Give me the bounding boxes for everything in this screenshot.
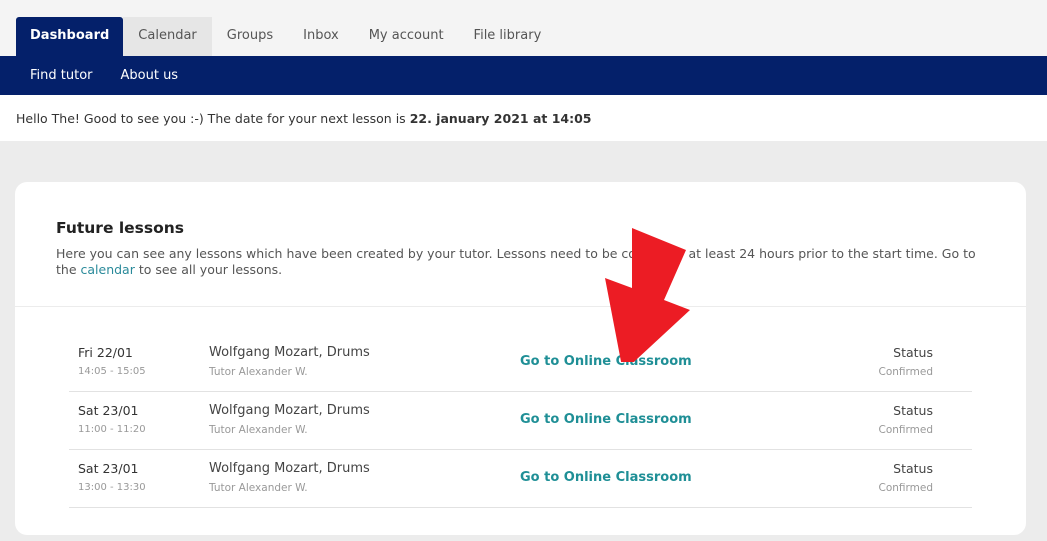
lesson-tutor: Tutor Alexander W. xyxy=(209,424,308,436)
status-value: Confirmed xyxy=(878,482,933,494)
status-label: Status xyxy=(893,403,933,418)
online-classroom-link[interactable]: Go to Online Classroom xyxy=(520,470,692,485)
lesson-tutor: Tutor Alexander W. xyxy=(209,366,308,378)
greeting-bar: Hello The! Good to see you :-) The date … xyxy=(0,95,1047,141)
greeting-text: Hello The! Good to see you :-) The date … xyxy=(16,110,406,126)
lesson-date: Sat 23/01 xyxy=(78,403,139,418)
nav-find-tutor[interactable]: Find tutor xyxy=(30,68,93,83)
lesson-tutor: Tutor Alexander W. xyxy=(209,482,308,494)
nav-about-us[interactable]: About us xyxy=(121,68,179,83)
card-title: Future lessons xyxy=(56,219,185,237)
card-description: Here you can see any lessons which have … xyxy=(56,246,986,278)
status-value: Confirmed xyxy=(878,424,933,436)
tab-groups[interactable]: Groups xyxy=(212,17,288,56)
desc-text-hidden: nfirmed xyxy=(635,246,685,261)
status-label: Status xyxy=(893,345,933,360)
status-value: Confirmed xyxy=(878,366,933,378)
online-classroom-link[interactable]: Go to Online Classroom xyxy=(520,354,692,369)
next-lesson-date: 22. january 2021 at 14:05 xyxy=(409,110,592,126)
lesson-row: Fri 22/01 14:05 - 15:05 Wolfgang Mozart,… xyxy=(69,334,972,392)
tab-dashboard[interactable]: Dashboard xyxy=(16,17,124,56)
future-lessons-card: Future lessons Here you can see any less… xyxy=(15,182,1026,535)
sub-navigation: Find tutor About us xyxy=(0,56,1047,95)
top-tabs: Dashboard Calendar Groups Inbox My accou… xyxy=(16,17,556,56)
lesson-time: 13:00 - 13:30 xyxy=(78,482,146,493)
tab-file-library[interactable]: File library xyxy=(459,17,557,56)
top-navigation: Dashboard Calendar Groups Inbox My accou… xyxy=(0,0,1047,56)
online-classroom-link[interactable]: Go to Online Classroom xyxy=(520,412,692,427)
lesson-row: Sat 23/01 11:00 - 11:20 Wolfgang Mozart,… xyxy=(69,392,972,450)
lesson-course: Wolfgang Mozart, Drums xyxy=(209,345,370,360)
tab-my-account[interactable]: My account xyxy=(354,17,459,56)
calendar-link[interactable]: calendar xyxy=(81,262,135,277)
lesson-date: Fri 22/01 xyxy=(78,345,133,360)
desc-text-3: to see all your lessons. xyxy=(134,262,283,277)
lesson-date: Sat 23/01 xyxy=(78,461,139,476)
lesson-course: Wolfgang Mozart, Drums xyxy=(209,461,370,476)
desc-text-1: Here you can see any lessons which have … xyxy=(56,246,636,261)
tab-calendar[interactable]: Calendar xyxy=(123,17,212,56)
tab-inbox[interactable]: Inbox xyxy=(288,17,354,56)
lesson-row: Sat 23/01 13:00 - 13:30 Wolfgang Mozart,… xyxy=(69,450,972,508)
lessons-list: Fri 22/01 14:05 - 15:05 Wolfgang Mozart,… xyxy=(69,334,972,508)
card-header: Future lessons Here you can see any less… xyxy=(15,182,1026,307)
status-label: Status xyxy=(893,461,933,476)
lesson-time: 14:05 - 15:05 xyxy=(78,366,146,377)
lesson-time: 11:00 - 11:20 xyxy=(78,424,146,435)
lesson-course: Wolfgang Mozart, Drums xyxy=(209,403,370,418)
